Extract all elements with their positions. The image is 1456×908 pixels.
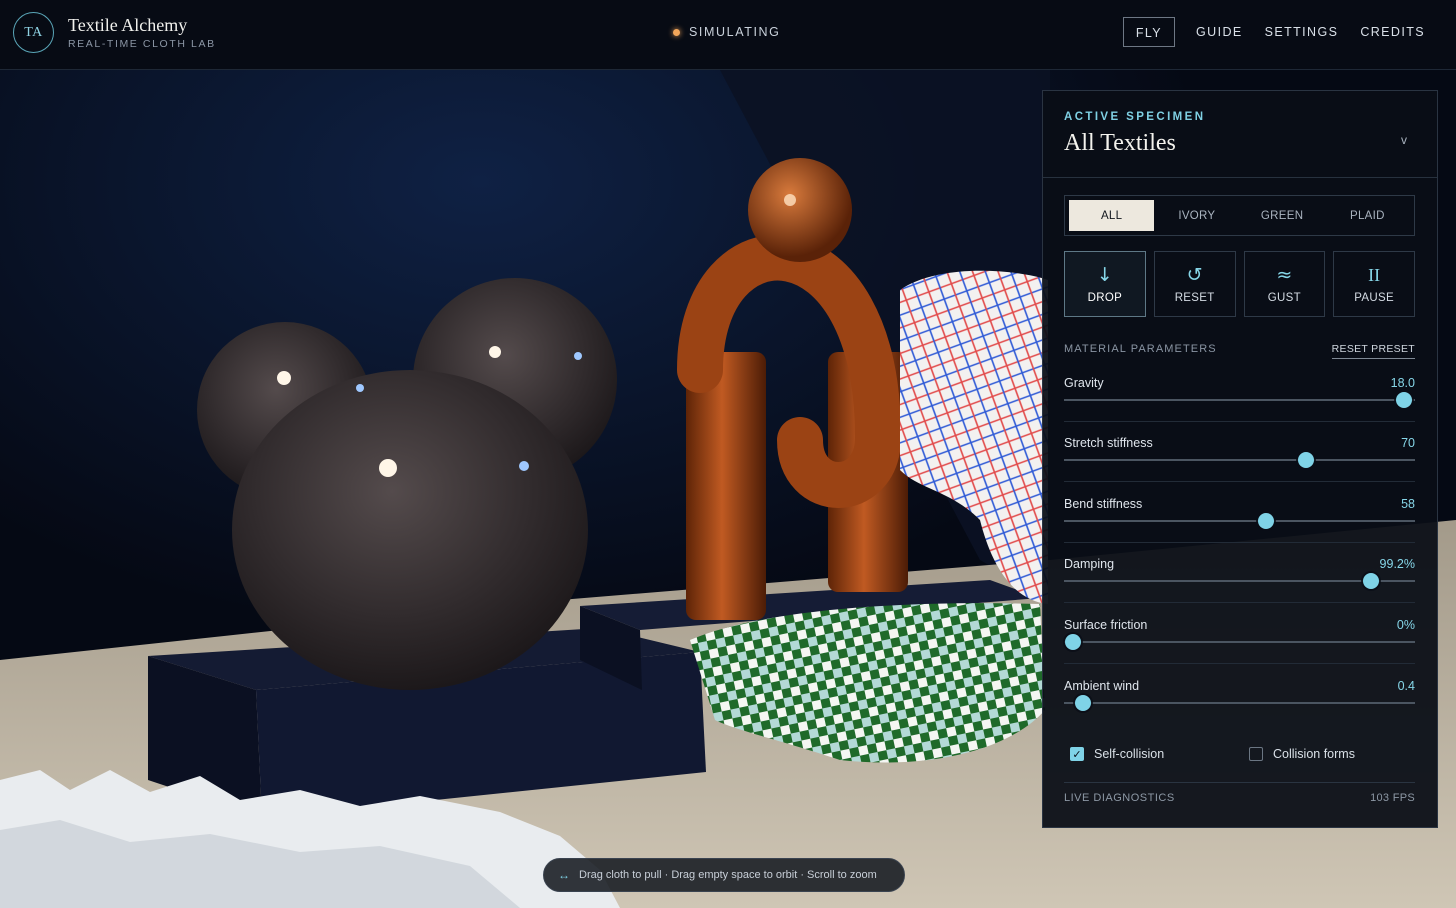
- tab-ivory[interactable]: IVORY: [1154, 200, 1239, 231]
- chevron-down-icon[interactable]: v: [1401, 133, 1407, 147]
- reset-button[interactable]: ↺ RESET: [1153, 251, 1236, 317]
- param-value: 0.4: [1397, 679, 1415, 693]
- reset-icon: ↺: [1186, 264, 1203, 286]
- param-value: 99.2%: [1379, 557, 1415, 571]
- divider: [1064, 421, 1415, 422]
- nav-credits-button[interactable]: CREDITS: [1349, 17, 1436, 47]
- top-bar: TA Textile Alchemy REAL-TIME CLOTH LAB S…: [0, 0, 1456, 70]
- gust-button[interactable]: ≈ GUST: [1243, 251, 1326, 317]
- status-dot-icon: [673, 28, 680, 36]
- specimen-kicker: ACTIVE SPECIMEN: [1064, 111, 1206, 123]
- gust-label: GUST: [1267, 292, 1301, 304]
- param-value: 70: [1401, 436, 1415, 450]
- self-collision-label: Self-collision: [1094, 747, 1165, 761]
- slider-thumb[interactable]: [1257, 513, 1274, 529]
- live-diagnostics: LIVE DIAGNOSTICS 103 FPS: [1064, 792, 1415, 804]
- collision-options: ✓ Self-collision Collision forms: [1064, 747, 1415, 767]
- action-buttons: ↓ DROP ↺ RESET ≈ GUST II PAUSE: [1064, 251, 1415, 317]
- fps-readout: 103 FPS: [1370, 792, 1415, 804]
- slider-thumb[interactable]: [1064, 634, 1081, 650]
- pause-icon: II: [1368, 265, 1381, 285]
- simulation-status: SIMULATING: [673, 25, 780, 39]
- param-label: Bend stiffness: [1064, 497, 1143, 511]
- param-value: 58: [1401, 497, 1415, 511]
- param-label: Surface friction: [1064, 618, 1148, 632]
- controls-hint: ↔ Drag cloth to pull · Drag empty space …: [543, 858, 905, 892]
- surface-friction-slider[interactable]: [1064, 634, 1415, 650]
- pause-label: PAUSE: [1354, 292, 1394, 304]
- gravity-param: Gravity 18.0: [1064, 376, 1415, 436]
- hint-text: Drag cloth to pull · Drag empty space to…: [579, 869, 877, 881]
- divider: [1064, 481, 1415, 482]
- divider: [1064, 663, 1415, 664]
- checkmark-icon[interactable]: ✓: [1070, 747, 1084, 761]
- nav-settings-button[interactable]: SETTINGS: [1254, 17, 1350, 47]
- nav-guide-button[interactable]: GUIDE: [1185, 17, 1254, 47]
- status-label: SIMULATING: [689, 25, 781, 39]
- specimen-selector[interactable]: ACTIVE SPECIMEN All Textiles v: [1043, 91, 1437, 178]
- slider-thumb[interactable]: [1298, 452, 1315, 468]
- stretch-stiffness-slider[interactable]: [1064, 452, 1415, 468]
- app-title: Textile Alchemy: [68, 15, 188, 35]
- drag-arrows-icon: ↔: [558, 868, 570, 882]
- gravity-slider[interactable]: [1064, 392, 1415, 408]
- bend-stiffness-param: Bend stiffness 58: [1064, 497, 1415, 557]
- top-nav: FLY GUIDE SETTINGS CREDITS: [1122, 17, 1436, 47]
- ambient-wind-param: Ambient wind 0.4: [1064, 679, 1415, 739]
- self-collision-checkbox[interactable]: ✓ Self-collision: [1070, 747, 1164, 761]
- reset-label: RESET: [1174, 292, 1215, 304]
- bend-stiffness-slider[interactable]: [1064, 513, 1415, 529]
- checkbox-empty-icon[interactable]: [1249, 747, 1263, 761]
- collision-forms-checkbox[interactable]: Collision forms: [1249, 747, 1355, 761]
- param-label: Stretch stiffness: [1064, 436, 1153, 450]
- diagnostics-label: LIVE DIAGNOSTICS: [1064, 792, 1175, 804]
- app-subtitle: REAL-TIME CLOTH LAB: [68, 38, 216, 50]
- drop-label: DROP: [1087, 292, 1123, 304]
- wind-icon: ≈: [1276, 264, 1293, 286]
- damping-slider[interactable]: [1064, 573, 1415, 589]
- param-value: 18.0: [1390, 376, 1415, 390]
- specimen-title: All Textiles: [1064, 130, 1176, 156]
- tab-plaid[interactable]: PLAID: [1325, 200, 1410, 231]
- slider-thumb[interactable]: [1075, 695, 1092, 711]
- ambient-wind-slider[interactable]: [1064, 695, 1415, 711]
- reset-preset-button[interactable]: RESET PRESET: [1331, 343, 1415, 359]
- stretch-stiffness-param: Stretch stiffness 70: [1064, 436, 1415, 496]
- slider-thumb[interactable]: [1363, 573, 1380, 589]
- param-label: Gravity: [1064, 376, 1104, 390]
- textile-tabs: ALL IVORY GREEN PLAID: [1064, 195, 1415, 236]
- slider-thumb[interactable]: [1396, 392, 1413, 408]
- pause-button[interactable]: II PAUSE: [1333, 251, 1415, 317]
- tab-green[interactable]: GREEN: [1240, 200, 1325, 231]
- param-label: Damping: [1064, 557, 1115, 571]
- down-arrow-icon: ↓: [1096, 264, 1113, 286]
- divider: [1064, 602, 1415, 603]
- params-title: MATERIAL PARAMETERS: [1064, 343, 1217, 355]
- param-value: 0%: [1396, 618, 1415, 632]
- divider: [1064, 542, 1415, 543]
- param-label: Ambient wind: [1064, 679, 1140, 693]
- control-panel: ACTIVE SPECIMEN All Textiles v ALL IVORY…: [1042, 90, 1438, 828]
- divider: [1064, 782, 1415, 783]
- damping-param: Damping 99.2%: [1064, 557, 1415, 617]
- tab-all[interactable]: ALL: [1069, 200, 1155, 231]
- surface-friction-param: Surface friction 0%: [1064, 618, 1415, 678]
- drop-button[interactable]: ↓ DROP: [1064, 251, 1146, 317]
- collision-forms-label: Collision forms: [1273, 747, 1355, 761]
- logo-badge[interactable]: TA: [13, 12, 54, 53]
- nav-fly-button[interactable]: FLY: [1122, 17, 1176, 47]
